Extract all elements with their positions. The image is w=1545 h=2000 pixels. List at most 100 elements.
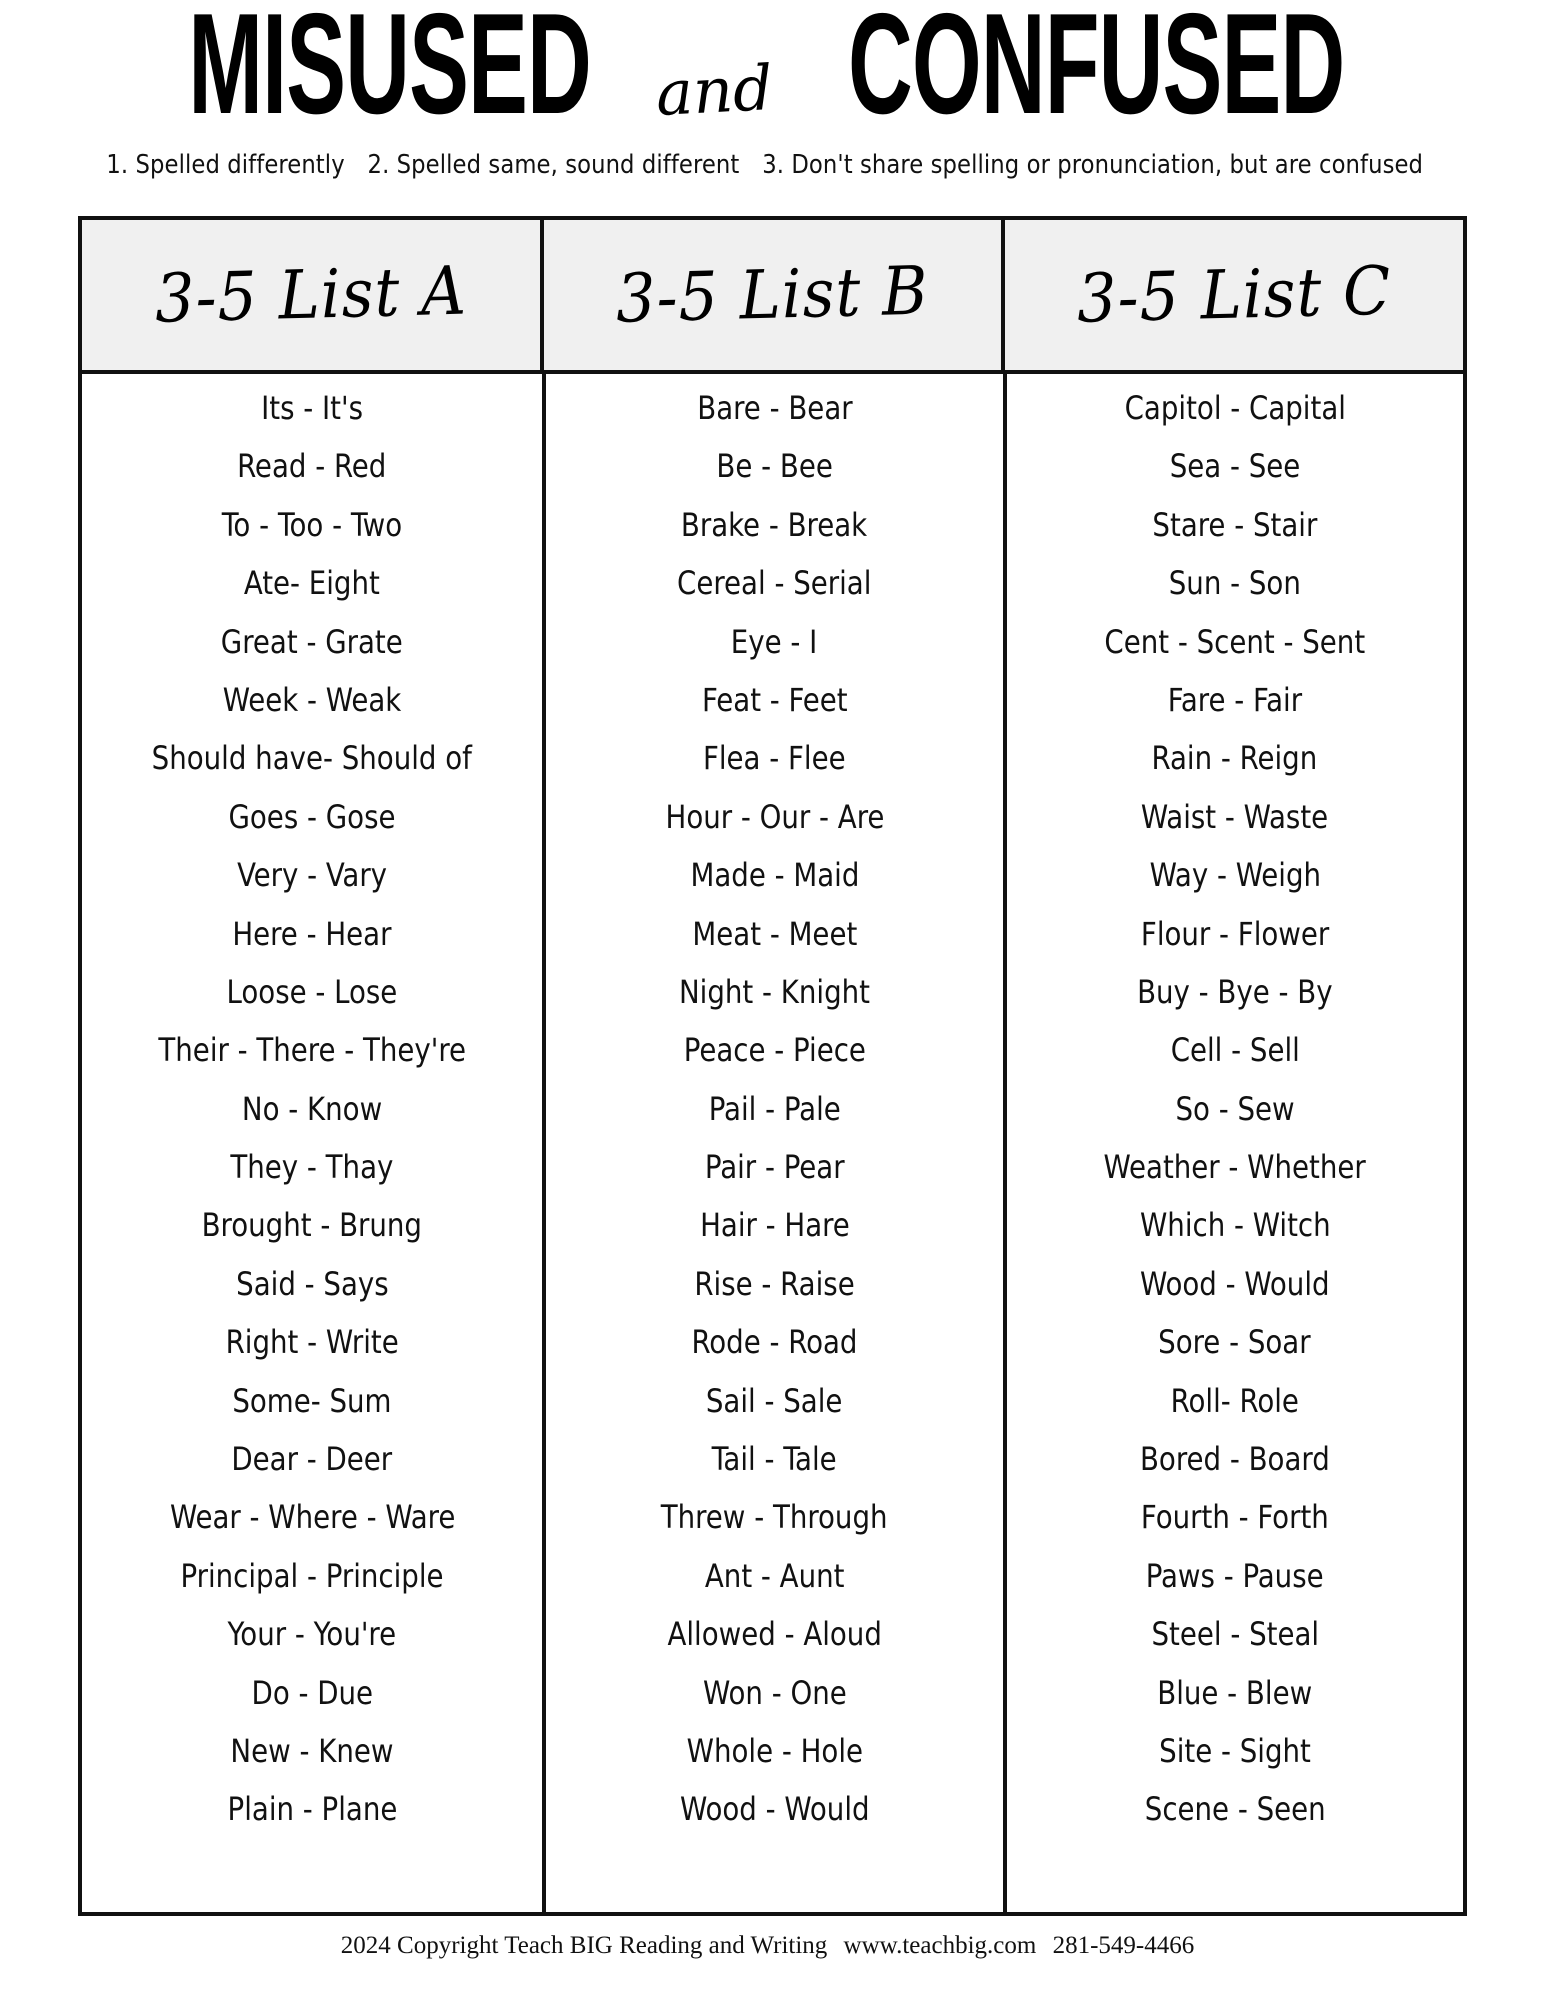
word-pair-entry: Feat - Feet xyxy=(701,680,848,719)
word-pair-entry: Eye - I xyxy=(731,622,818,661)
word-pair-entry: Cent - Scent - Sent xyxy=(1104,622,1366,661)
word-pair-entry: Bored - Board xyxy=(1139,1440,1330,1479)
word-pair-entry: Very - Vary xyxy=(237,856,388,895)
word-pair-entry: Wood - Would xyxy=(1140,1264,1330,1303)
word-pair-entry: Stare - Stair xyxy=(1152,505,1318,544)
word-pair-entry: Rise - Raise xyxy=(694,1264,855,1303)
title-word-misused: MISUSED xyxy=(188,0,592,144)
word-pair-entry: Cell - Sell xyxy=(1170,1031,1300,1070)
word-pair-entry: Cereal - Serial xyxy=(677,564,872,603)
table-body: Its - It's Read - Red To - Too - Two Ate- E… xyxy=(82,374,1463,1912)
word-lists-table: 3-5 List A 3-5 List B 3-5 List C Its - I… xyxy=(78,216,1467,1916)
column-header-label: 3-5 List A xyxy=(153,250,468,338)
column-header-list-b: 3-5 List B xyxy=(539,220,1002,370)
rule-1: 1. Spelled differently xyxy=(106,150,345,180)
table-header-row: 3-5 List A 3-5 List B 3-5 List C xyxy=(82,220,1464,374)
word-pair-entry: Do - Due xyxy=(251,1673,373,1712)
title-word-confused: CONFUSED xyxy=(848,0,1345,144)
word-pair-entry: Roll- Role xyxy=(1170,1381,1299,1420)
word-pair-entry: Flour - Flower xyxy=(1140,914,1329,953)
word-pair-entry: Sail - Sale xyxy=(706,1381,843,1420)
word-pair-entry: Threw - Through xyxy=(661,1498,888,1537)
column-header-list-c: 3-5 List C xyxy=(1001,220,1464,370)
word-pair-entry: Blue - Blew xyxy=(1157,1673,1313,1712)
word-pair-entry: Said - Says xyxy=(235,1264,389,1303)
word-pair-entry: Brake - Break xyxy=(681,505,868,544)
word-pair-entry: Buy - Bye - By xyxy=(1137,972,1333,1011)
footer-phone: 281-549-4466 xyxy=(1052,1932,1195,1959)
title-conjunction: and xyxy=(653,50,775,131)
column-header-label: 3-5 List B xyxy=(615,250,930,338)
word-pair-entry: Week - Weak xyxy=(222,680,402,719)
word-pair-entry: Great - Grate xyxy=(221,622,404,661)
word-pair-entry: Dear - Deer xyxy=(231,1440,393,1479)
word-pair-entry: Rode - Road xyxy=(691,1323,858,1362)
word-pair-entry: Their - There - They're xyxy=(158,1031,466,1070)
column-list-a: Its - It's Read - Red To - Too - Two Ate- E… xyxy=(82,374,542,1912)
word-pair-entry: Your - You're xyxy=(227,1615,397,1654)
word-pair-entry: Way - Weigh xyxy=(1149,856,1321,895)
word-pair-entry: So - Sew xyxy=(1175,1089,1295,1128)
footer-website: www.teachbig.com xyxy=(843,1932,1037,1959)
word-pair-entry: Capitol - Capital xyxy=(1124,389,1346,427)
word-pair-entry: Principal - Principle xyxy=(180,1556,444,1595)
word-pair-entry: Should have- Should of xyxy=(152,739,473,778)
word-pair-entry: Sea - See xyxy=(1169,447,1301,486)
word-pair-entry: Weather - Whether xyxy=(1103,1148,1366,1187)
word-pair-entry: Steel - Steal xyxy=(1151,1615,1319,1654)
word-pair-entry: Hair - Hare xyxy=(699,1206,850,1245)
word-pair-entry: Scene - Seen xyxy=(1144,1790,1326,1829)
word-pair-entry: Pair - Pear xyxy=(704,1148,845,1187)
word-pair-entry: Pail - Pale xyxy=(708,1089,841,1128)
column-list-c: Capitol - Capital Sea - See Stare - Stair S… xyxy=(1002,374,1463,1912)
word-pair-entry: Allowed - Aloud xyxy=(667,1615,882,1654)
word-pair-entry: They - Thay xyxy=(230,1148,394,1187)
column-header-list-a: 3-5 List A xyxy=(82,220,540,370)
word-pair-entry: Its - It's xyxy=(261,389,364,427)
word-pair-entry: Fourth - Forth xyxy=(1140,1498,1329,1537)
word-pair-entry: Right - Write xyxy=(225,1323,399,1362)
word-pair-entry: Here - Hear xyxy=(232,914,392,953)
word-pair-entry: Read - Red xyxy=(237,447,387,486)
rule-3: 3. Don't share spelling or pronunciation… xyxy=(762,150,1424,180)
word-pair-entry: Brought - Brung xyxy=(201,1206,423,1245)
footer-copyright: 2024 Copyright Teach BIG Reading and Wri… xyxy=(340,1932,828,1959)
column-list-b: Bare - Bear Be - Bee Brake - Break Cereal -… xyxy=(542,374,1002,1912)
word-pair-entry: New - Knew xyxy=(230,1731,394,1770)
page-title: MISUSED and CONFUSED xyxy=(138,0,1406,136)
word-pair-entry: Ant - Aunt xyxy=(704,1556,845,1595)
word-pair-entry: Waist - Waste xyxy=(1141,797,1329,836)
word-pair-entry: Won - One xyxy=(702,1673,847,1712)
word-pair-entry: Wear - Where - Ware xyxy=(169,1498,455,1537)
word-pair-entry: Which - Witch xyxy=(1139,1206,1331,1245)
word-pair-entry: Sun - Son xyxy=(1168,564,1301,603)
footer: 2024 Copyright Teach BIG Reading and Wri… xyxy=(0,1916,1545,1960)
word-pair-entry: Bare - Bear xyxy=(696,389,853,427)
subtitle-rules: 1. Spelled differently 2. Spelled same, … xyxy=(23,140,1522,180)
title-area: MISUSED and CONFUSED xyxy=(0,0,1545,140)
rule-2: 2. Spelled same, sound different xyxy=(367,150,740,180)
word-pair-entry: Plain - Plane xyxy=(227,1790,398,1829)
word-pair-entry: Night - Knight xyxy=(678,972,870,1011)
word-pair-entry: Site - Sight xyxy=(1158,1731,1311,1770)
column-header-label: 3-5 List C xyxy=(1075,250,1393,338)
word-pair-entry: Goes - Gose xyxy=(228,797,396,836)
word-pair-entry: Ate- Eight xyxy=(244,564,381,603)
word-pair-entry: Be - Bee xyxy=(716,447,833,486)
word-pair-entry: Rain - Reign xyxy=(1151,739,1318,778)
word-pair-entry: Peace - Piece xyxy=(683,1031,866,1070)
word-pair-entry: Loose - Lose xyxy=(226,972,398,1011)
word-pair-entry: Fare - Fair xyxy=(1167,680,1302,719)
word-pair-entry: Wood - Would xyxy=(679,1790,870,1829)
worksheet-page: MISUSED and CONFUSED 1. Spelled differen… xyxy=(0,0,1545,2000)
word-pair-entry: Hour - Our - Are xyxy=(665,797,884,836)
word-pair-entry: Some- Sum xyxy=(232,1381,392,1420)
word-pair-entry: To - Too - Two xyxy=(221,505,403,544)
word-pair-entry: Sore - Soar xyxy=(1158,1323,1312,1362)
word-pair-entry: Flea - Flee xyxy=(703,739,846,778)
word-pair-entry: Tail - Tale xyxy=(711,1440,838,1479)
word-pair-entry: Whole - Hole xyxy=(686,1731,863,1770)
word-pair-entry: Paws - Pause xyxy=(1145,1556,1324,1595)
word-pair-entry: No - Know xyxy=(242,1089,383,1128)
word-pair-entry: Made - Maid xyxy=(690,856,859,895)
